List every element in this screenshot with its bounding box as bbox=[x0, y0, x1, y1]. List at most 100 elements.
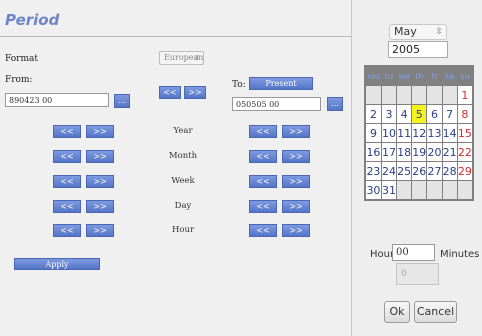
day-cell[interactable]: 30 bbox=[366, 181, 381, 199]
day-cell[interactable]: 24 bbox=[381, 162, 397, 180]
day-cell[interactable]: 3 bbox=[381, 105, 397, 123]
day-cell[interactable]: 6 bbox=[427, 105, 442, 123]
to-week-forward-button[interactable]: >> bbox=[282, 175, 310, 188]
empty-day-cell bbox=[427, 86, 442, 104]
day-cell[interactable]: 31 bbox=[381, 181, 397, 199]
from-picker-button[interactable]: ... bbox=[114, 94, 130, 108]
format-label: Format bbox=[5, 54, 38, 64]
weekday-we: we bbox=[397, 67, 412, 85]
empty-day-cell bbox=[427, 181, 442, 199]
day-cell[interactable]: 7 bbox=[442, 105, 457, 123]
empty-day-cell bbox=[412, 86, 427, 104]
day-cell[interactable]: 29 bbox=[457, 162, 472, 180]
day-cell[interactable]: 23 bbox=[366, 162, 381, 180]
to-hour-forward-button[interactable]: >> bbox=[282, 224, 310, 237]
year-input[interactable]: 2005 bbox=[388, 41, 448, 58]
to-year-forward-button[interactable]: >> bbox=[282, 125, 310, 138]
empty-day-cell bbox=[412, 181, 427, 199]
day-cell[interactable]: 15 bbox=[457, 124, 472, 142]
from-year-forward-button[interactable]: >> bbox=[86, 125, 114, 138]
day-cell[interactable]: 18 bbox=[397, 143, 412, 161]
weekday-mo: mo bbox=[366, 67, 381, 85]
ok-button[interactable]: Ok bbox=[384, 301, 410, 323]
day-cell[interactable]: 11 bbox=[397, 124, 412, 142]
day-cell[interactable]: 10 bbox=[381, 124, 397, 142]
to-month-forward-button[interactable]: >> bbox=[282, 150, 310, 163]
cancel-button[interactable]: Cancel bbox=[414, 301, 457, 323]
empty-day-cell bbox=[366, 86, 381, 104]
day-cell[interactable]: 2 bbox=[366, 105, 381, 123]
day-cell[interactable]: 20 bbox=[427, 143, 442, 161]
month-value: May bbox=[394, 25, 417, 38]
from-day-forward-button[interactable]: >> bbox=[86, 200, 114, 213]
day-cell[interactable]: 25 bbox=[397, 162, 412, 180]
shift-forward-button[interactable]: >> bbox=[184, 86, 206, 99]
day-cell[interactable]: 13 bbox=[427, 124, 442, 142]
day-cell[interactable]: 1 bbox=[457, 86, 472, 104]
from-week-forward-button[interactable]: >> bbox=[86, 175, 114, 188]
from-week-back-button[interactable]: << bbox=[53, 175, 81, 188]
format-select[interactable]: European ⇳ bbox=[159, 51, 204, 65]
period-panel: Period Format European ⇳ From: 890423 00… bbox=[0, 0, 351, 336]
empty-day-cell bbox=[457, 181, 472, 199]
day-cell[interactable]: 14 bbox=[442, 124, 457, 142]
calendar-week: 16 17 18 19 20 21 22 bbox=[366, 143, 472, 161]
to-month-back-button[interactable]: << bbox=[249, 150, 277, 163]
day-cell[interactable]: 19 bbox=[412, 143, 427, 161]
calendar-grid: mo tu we th fr sa su 1 2 3 4 5 6 7 8 9 10 11 12 13 14 15 16 17… bbox=[364, 65, 474, 201]
minutes-label: Minutes bbox=[440, 249, 480, 260]
to-year-back-button[interactable]: << bbox=[249, 125, 277, 138]
present-button[interactable]: Present bbox=[249, 77, 313, 90]
hour-label: Hour bbox=[370, 249, 395, 260]
empty-day-cell bbox=[397, 86, 412, 104]
hour-input[interactable]: 00 bbox=[392, 244, 435, 261]
day-cell[interactable]: 21 bbox=[442, 143, 457, 161]
calendar-panel: May ⇳ 2005 mo tu we th fr sa su 1 2 3 4 5 6 7 8 9 10 11 1… bbox=[351, 0, 482, 336]
day-cell[interactable]: 26 bbox=[412, 162, 427, 180]
to-hour-back-button[interactable]: << bbox=[249, 224, 277, 237]
calendar-week: 2345678 bbox=[366, 105, 472, 123]
weekday-fr: fr bbox=[427, 67, 442, 85]
from-day-back-button[interactable]: << bbox=[53, 200, 81, 213]
to-week-back-button[interactable]: << bbox=[249, 175, 277, 188]
from-label: From: bbox=[5, 75, 33, 85]
panel-title: Period bbox=[5, 11, 60, 29]
day-cell[interactable]: 12 bbox=[412, 124, 427, 142]
to-input[interactable]: 050505 00 bbox=[232, 97, 321, 111]
empty-day-cell bbox=[397, 181, 412, 199]
from-input[interactable]: 890423 00 bbox=[5, 93, 109, 107]
minutes-input[interactable]: 0 bbox=[396, 263, 439, 285]
from-month-forward-button[interactable]: >> bbox=[86, 150, 114, 163]
to-day-back-button[interactable]: << bbox=[249, 200, 277, 213]
from-hour-back-button[interactable]: << bbox=[53, 224, 81, 237]
to-label: To: bbox=[232, 80, 246, 90]
from-year-back-button[interactable]: << bbox=[53, 125, 81, 138]
calendar-week: 1 bbox=[366, 86, 472, 104]
day-cell[interactable]: 8 bbox=[457, 105, 472, 123]
weekday-header: mo tu we th fr sa su bbox=[366, 67, 472, 85]
apply-button[interactable]: Apply bbox=[14, 258, 100, 270]
day-cell[interactable]: 28 bbox=[442, 162, 457, 180]
weekday-sa: sa bbox=[442, 67, 457, 85]
weekday-th: th bbox=[412, 67, 427, 85]
empty-day-cell bbox=[442, 86, 457, 104]
shift-back-button[interactable]: << bbox=[159, 86, 181, 99]
select-arrows-icon: ⇳ bbox=[194, 54, 200, 62]
weekday-su: su bbox=[457, 67, 472, 85]
day-cell[interactable]: 4 bbox=[397, 105, 412, 123]
calendar-week: 9 10 11 12 13 14 15 bbox=[366, 124, 472, 142]
from-month-back-button[interactable]: << bbox=[53, 150, 81, 163]
day-cell[interactable]: 27 bbox=[427, 162, 442, 180]
row-label-day: Day bbox=[174, 201, 192, 211]
weekday-tu: tu bbox=[381, 67, 397, 85]
to-picker-button[interactable]: ... bbox=[327, 97, 343, 111]
day-cell[interactable]: 9 bbox=[366, 124, 381, 142]
row-label-year: Year bbox=[173, 126, 193, 136]
month-select[interactable]: May ⇳ bbox=[389, 24, 447, 40]
day-cell[interactable]: 22 bbox=[457, 143, 472, 161]
to-day-forward-button[interactable]: >> bbox=[282, 200, 310, 213]
from-hour-forward-button[interactable]: >> bbox=[86, 224, 114, 237]
day-cell[interactable]: 16 bbox=[366, 143, 381, 161]
selected-day-cell[interactable]: 5 bbox=[412, 105, 427, 123]
day-cell[interactable]: 17 bbox=[381, 143, 397, 161]
